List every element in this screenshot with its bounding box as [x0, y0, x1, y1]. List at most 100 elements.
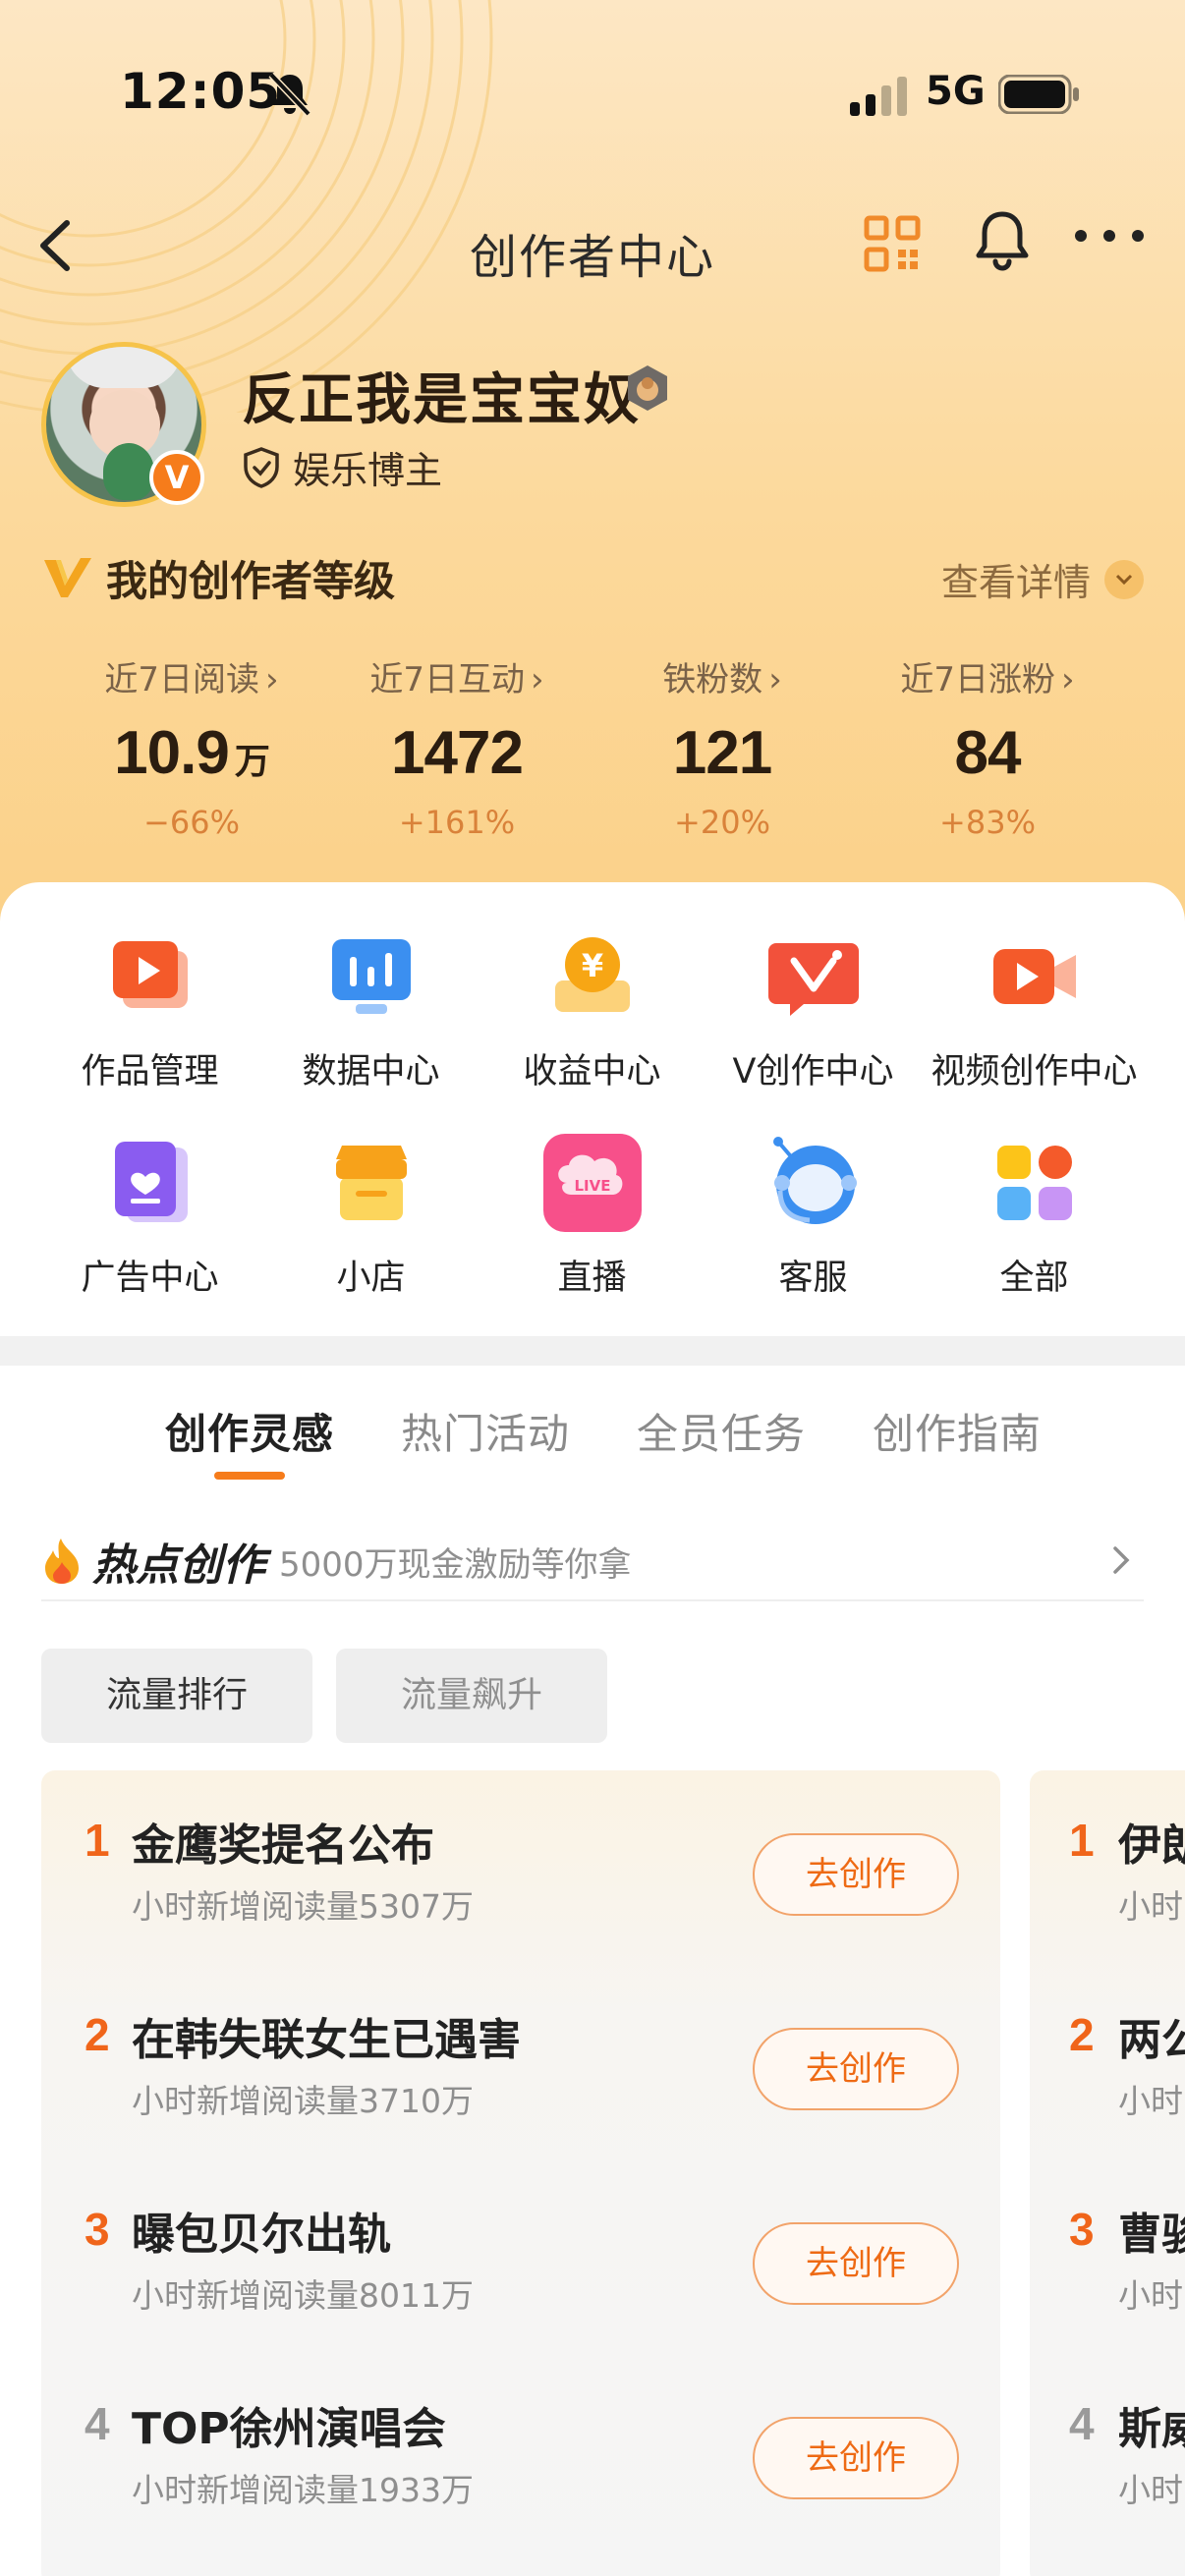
topic-title: 两公: [1118, 2015, 1185, 2065]
status-bar: 12:05 5G: [0, 0, 1185, 196]
flame-icon: [45, 1539, 79, 1584]
rank-number: 4: [85, 2398, 110, 2449]
income-center-icon: ¥: [554, 937, 630, 1012]
ranking-filters: 流量排行 流量飙升: [41, 1649, 631, 1743]
tool-all[interactable]: 全部: [924, 1134, 1145, 1300]
inspiration-section: 创作灵感 热门活动 全员任务 创作指南 热点创作 5000万现金激励等你拿 流量…: [0, 1366, 1185, 2576]
content-tabs: 创作灵感 热门活动 全员任务 创作指南: [165, 1401, 1108, 1461]
more-options-icon[interactable]: [1073, 228, 1146, 244]
tool-works-manage[interactable]: 作品管理: [39, 927, 260, 1093]
chevron-right-icon: ›: [1061, 660, 1075, 700]
role-label: 娱乐博主: [293, 449, 443, 492]
create-button[interactable]: 去创作: [753, 2417, 959, 2499]
qr-code-icon[interactable]: [863, 214, 922, 273]
stat-change: +83%: [939, 804, 1036, 841]
tab-hot-events[interactable]: 热门活动: [401, 1401, 570, 1461]
tool-label: 收益中心: [523, 1052, 661, 1092]
level-detail-link[interactable]: 查看详情: [941, 552, 1144, 606]
filter-traffic-rising[interactable]: 流量飙升: [336, 1649, 607, 1743]
tool-label: 广告中心: [81, 1259, 219, 1298]
list-item[interactable]: 3 曝包贝尔出轨 小时新增阅读量8011万 去创作: [41, 2159, 1000, 2354]
tool-ad-center[interactable]: 广告中心: [39, 1134, 260, 1300]
customer-service-icon: [772, 1137, 857, 1224]
topic-title: 曝包贝尔出轨: [132, 2210, 391, 2260]
rank-number: 4: [1069, 2398, 1095, 2449]
list-item[interactable]: 1 金鹰奖提名公布 小时新增阅读量5307万 去创作: [41, 1770, 1000, 1965]
stat-interactions[interactable]: 近7日互动 › 1472 +161%: [324, 652, 590, 841]
filter-traffic-rank[interactable]: 流量排行: [41, 1649, 312, 1743]
tool-live[interactable]: LIVE 直播: [481, 1134, 703, 1300]
stat-change: +20%: [674, 804, 770, 841]
hot-topics-header[interactable]: 热点创作 5000万现金激励等你拿: [41, 1523, 1144, 1601]
status-time: 12:05: [120, 63, 282, 120]
all-apps-icon: [996, 1146, 1072, 1220]
chevron-right-icon: [1113, 1546, 1130, 1574]
creator-level-title: 我的创作者等级: [106, 557, 396, 605]
tool-shop[interactable]: 小店: [260, 1134, 481, 1300]
list-item[interactable]: 4 TOP徐州演唱会 小时新增阅读量1933万 去创作: [41, 2354, 1000, 2548]
tool-income-center[interactable]: ¥ 收益中心: [481, 927, 703, 1093]
live-icon: LIVE: [542, 1134, 642, 1232]
stat-new-fans[interactable]: 近7日涨粉 › 84 +83%: [855, 652, 1120, 841]
tool-label: 小店: [336, 1259, 406, 1298]
level-detail-label: 查看详情: [940, 561, 1091, 604]
topic-title: 曹骏: [1118, 2210, 1185, 2260]
creator-level-row[interactable]: 我的创作者等级: [41, 548, 395, 608]
list-item[interactable]: 1 伊朗 小时: [1030, 1770, 1185, 1965]
stat-label: 铁粉数: [662, 660, 763, 700]
rank-number: 1: [85, 1815, 110, 1866]
role-row: 娱乐博主: [242, 440, 442, 494]
user-level-icon[interactable]: [623, 364, 672, 413]
list-item[interactable]: 4 斯威 小时: [1030, 2354, 1185, 2548]
list-item[interactable]: 2 两公 小时: [1030, 1965, 1185, 2159]
rank-number: 1: [1069, 1815, 1095, 1866]
chevron-down-icon: [1104, 559, 1144, 599]
stat-value: 121: [672, 719, 772, 787]
tool-customer-service[interactable]: 客服: [703, 1134, 924, 1300]
topic-meta: 小时: [1118, 1887, 1183, 1926]
create-button[interactable]: 去创作: [753, 2028, 959, 2110]
topic-meta: 小时新增阅读量3710万: [132, 2082, 474, 2120]
svg-text:¥: ¥: [581, 947, 602, 984]
tool-video-create[interactable]: 视频创作中心: [924, 927, 1145, 1093]
create-button[interactable]: 去创作: [753, 2222, 959, 2305]
stat-iron-fans[interactable]: 铁粉数 › 121 +20%: [590, 652, 855, 841]
verified-badge: V: [149, 450, 204, 505]
tab-guide[interactable]: 创作指南: [873, 1401, 1042, 1461]
tool-label: 数据中心: [302, 1052, 440, 1092]
rank-number: 3: [1069, 2204, 1095, 2255]
ranking-list-secondary[interactable]: 1 伊朗 小时 2 两公 小时 3 曹骏 小时 4 斯威 小时: [1030, 1770, 1185, 2576]
list-item[interactable]: 2 在韩失联女生已遇害 小时新增阅读量3710万 去创作: [41, 1965, 1000, 2159]
notification-bell-icon[interactable]: [973, 208, 1032, 273]
cell-signal-icon: [850, 77, 907, 116]
stat-label: 近7日阅读: [104, 660, 260, 700]
stat-change: +161%: [398, 804, 516, 841]
tool-label: 全部: [999, 1259, 1069, 1298]
topic-meta: 小时新增阅读量8011万: [132, 2276, 474, 2315]
stat-label: 近7日互动: [369, 660, 526, 700]
tool-v-create[interactable]: V创作中心: [703, 927, 924, 1093]
topic-title: 在韩失联女生已遇害: [132, 2015, 521, 2065]
topic-title: 斯威: [1118, 2404, 1185, 2454]
rank-number: 3: [85, 2204, 110, 2255]
tool-label: 视频创作中心: [931, 1052, 1138, 1092]
tab-inspiration[interactable]: 创作灵感: [165, 1401, 334, 1461]
list-item[interactable]: 3 曹骏 小时: [1030, 2159, 1185, 2354]
stats-row: 近7日阅读 › 10.9 万 −66% 近7日互动 › 1472 +161% 铁粉数 ›…: [0, 652, 1185, 841]
user-name[interactable]: 反正我是宝宝奴: [242, 356, 641, 435]
topic-meta: 小时新增阅读量5307万: [132, 1887, 474, 1926]
topic-meta: 小时新增阅读量1933万: [132, 2471, 474, 2509]
create-button[interactable]: 去创作: [753, 1833, 959, 1916]
ranking-list: 1 金鹰奖提名公布 小时新增阅读量5307万 去创作 2 在韩失联女生已遇害 小…: [41, 1770, 1000, 2576]
shop-icon: [335, 1146, 407, 1220]
topic-title: TOP徐州演唱会: [132, 2404, 446, 2454]
tool-label: 直播: [557, 1259, 627, 1298]
stat-reads[interactable]: 近7日阅读 › 10.9 万 −66%: [59, 652, 324, 841]
stat-value: 1472: [391, 719, 524, 787]
tool-label: V创作中心: [732, 1052, 894, 1092]
ad-center-icon: [114, 1142, 188, 1222]
tool-data-center[interactable]: 数据中心: [260, 927, 481, 1093]
stat-change: −66%: [143, 804, 240, 841]
shield-check-icon: [244, 446, 279, 488]
tab-all-tasks[interactable]: 全员任务: [637, 1401, 806, 1461]
